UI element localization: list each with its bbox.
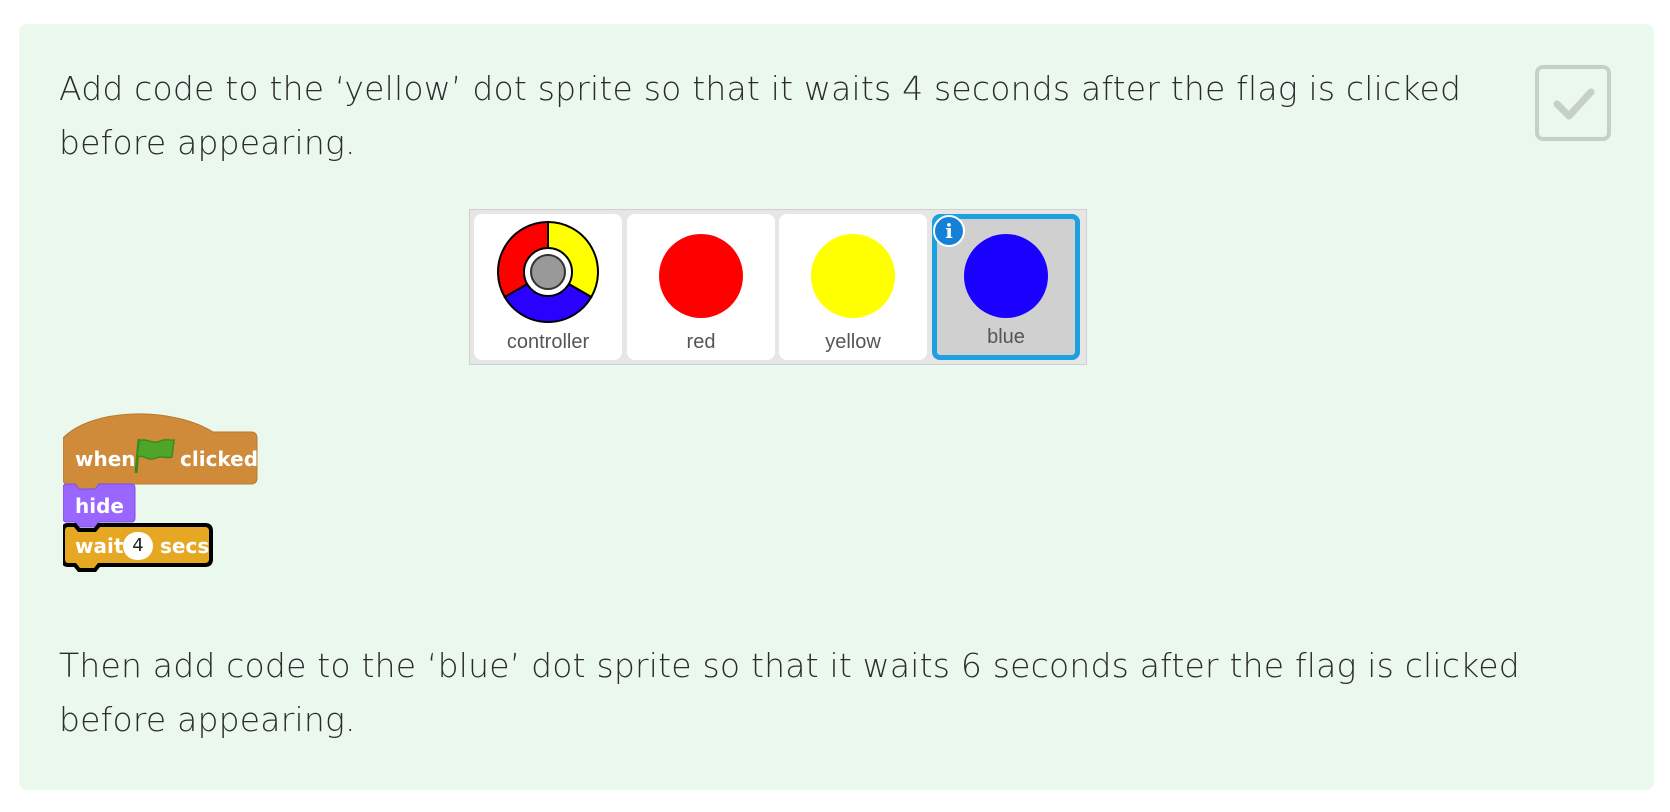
checkmark-icon (1553, 88, 1595, 120)
wait-seconds-input[interactable]: 4 (123, 532, 153, 560)
sprite-label: blue (987, 326, 1025, 348)
completion-checkbox[interactable] (1535, 65, 1611, 141)
activity-card: Add code to the ‘yellow’ dot sprite so t… (19, 24, 1654, 790)
wait-block-label: wait (75, 534, 124, 558)
sprite-tile-blue[interactable]: i blue (932, 214, 1080, 360)
sprite-tile-yellow[interactable]: yellow (779, 214, 927, 360)
wait-block-unit: secs (160, 534, 210, 558)
scratch-script: when clicked hide wait 4 secs (63, 412, 323, 587)
sprite-tile-red[interactable]: red (627, 214, 775, 360)
sprite-tile-controller[interactable]: controller (474, 214, 622, 360)
hat-block-clicked-text: clicked (180, 447, 259, 471)
sprite-label: controller (506, 331, 590, 353)
sprite-label: red (686, 331, 716, 353)
hide-block-label: hide (75, 494, 124, 518)
hat-block-when-text: when (75, 447, 136, 471)
instruction-text-2: Then add code to the ‘blue’ dot sprite s… (59, 646, 1520, 739)
sprite-label: yellow (825, 331, 881, 353)
info-icon[interactable]: i (933, 215, 965, 247)
sprite-list: controller red yellow i blue (469, 209, 1087, 365)
instruction-text-1: Add code to the ‘yellow’ dot sprite so t… (59, 69, 1462, 162)
